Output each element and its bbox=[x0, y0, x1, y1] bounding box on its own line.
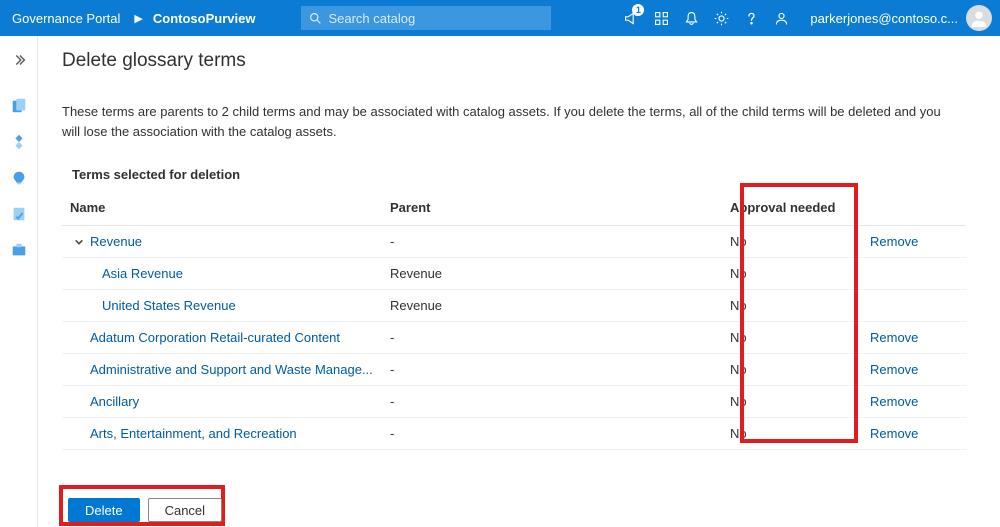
table-row: Administrative and Support and Waste Man… bbox=[62, 354, 966, 386]
map-icon[interactable] bbox=[0, 124, 38, 160]
footer-buttons: Delete Cancel bbox=[68, 498, 222, 522]
brand-name[interactable]: Governance Portal bbox=[0, 11, 130, 26]
top-bar: Governance Portal ▶ ContosoPurview 1 par… bbox=[0, 0, 1000, 36]
feedback-icon[interactable] bbox=[766, 0, 796, 36]
user-email[interactable]: parkerjones@contoso.c... bbox=[796, 11, 966, 26]
main-content: Delete glossary terms These terms are pa… bbox=[38, 36, 1000, 527]
megaphone-icon[interactable]: 1 bbox=[616, 0, 646, 36]
term-link[interactable]: Adatum Corporation Retail-curated Conten… bbox=[90, 330, 340, 345]
page-title: Delete glossary terms bbox=[62, 50, 966, 72]
remove-link[interactable]: Remove bbox=[870, 394, 918, 409]
approval-cell: No bbox=[722, 418, 862, 450]
term-link[interactable]: Administrative and Support and Waste Man… bbox=[90, 362, 373, 377]
col-name[interactable]: Name bbox=[62, 200, 382, 226]
expand-rail-icon[interactable] bbox=[0, 42, 38, 78]
parent-cell: Revenue bbox=[382, 290, 722, 322]
left-rail bbox=[0, 36, 38, 527]
cancel-button[interactable]: Cancel bbox=[148, 498, 222, 522]
chevron-right-icon: ▶ bbox=[130, 12, 146, 25]
approval-cell: No bbox=[722, 322, 862, 354]
section-title: Terms selected for deletion bbox=[62, 167, 966, 182]
approval-cell: No bbox=[722, 258, 862, 290]
approval-cell: No bbox=[722, 354, 862, 386]
delete-button[interactable]: Delete bbox=[68, 498, 140, 522]
remove-link[interactable]: Remove bbox=[870, 330, 918, 345]
parent-cell: Revenue bbox=[382, 258, 722, 290]
term-link[interactable]: Arts, Entertainment, and Recreation bbox=[90, 426, 297, 441]
remove-link[interactable]: Remove bbox=[870, 362, 918, 377]
policies-icon[interactable] bbox=[0, 196, 38, 232]
gear-icon[interactable] bbox=[706, 0, 736, 36]
search-icon bbox=[309, 12, 322, 25]
account-name[interactable]: ContosoPurview bbox=[147, 11, 262, 26]
col-parent[interactable]: Parent bbox=[382, 200, 722, 226]
bell-icon[interactable] bbox=[676, 0, 706, 36]
avatar[interactable] bbox=[966, 5, 992, 31]
table-row: Asia Revenue RevenueNo bbox=[62, 258, 966, 290]
search-box[interactable] bbox=[301, 6, 551, 30]
help-icon[interactable] bbox=[736, 0, 766, 36]
insights-icon[interactable] bbox=[0, 160, 38, 196]
page-description: These terms are parents to 2 child terms… bbox=[62, 102, 942, 141]
term-link[interactable]: Asia Revenue bbox=[102, 266, 183, 281]
terms-table: Name Parent Approval needed Revenue-NoRe… bbox=[62, 200, 966, 450]
term-link[interactable]: United States Revenue bbox=[102, 298, 236, 313]
chevron-down-icon[interactable] bbox=[74, 237, 86, 247]
table-row: Adatum Corporation Retail-curated Conten… bbox=[62, 322, 966, 354]
table-row: Arts, Entertainment, and Recreation -No Re… bbox=[62, 418, 966, 450]
term-link[interactable]: Ancillary bbox=[90, 394, 139, 409]
approval-cell: No bbox=[722, 226, 862, 258]
approval-cell: No bbox=[722, 386, 862, 418]
parent-cell: - bbox=[382, 354, 722, 386]
management-icon[interactable] bbox=[0, 232, 38, 268]
brand-group: Governance Portal ▶ ContosoPurview bbox=[0, 0, 261, 36]
approval-cell: No bbox=[722, 290, 862, 322]
search-input[interactable] bbox=[328, 11, 543, 26]
table-row: United States Revenue RevenueNo bbox=[62, 290, 966, 322]
remove-link[interactable]: Remove bbox=[870, 234, 918, 249]
notification-badge: 1 bbox=[632, 4, 644, 16]
sources-icon[interactable] bbox=[0, 88, 38, 124]
parent-cell: - bbox=[382, 418, 722, 450]
table-row: Revenue -No Remove bbox=[62, 226, 966, 258]
term-link[interactable]: Revenue bbox=[90, 234, 142, 249]
table-row: Ancillary -No Remove bbox=[62, 386, 966, 418]
parent-cell: - bbox=[382, 386, 722, 418]
parent-cell: - bbox=[382, 322, 722, 354]
col-approval[interactable]: Approval needed bbox=[722, 200, 862, 226]
top-icons: 1 parkerjones@contoso.c... bbox=[616, 0, 1000, 36]
grid-icon[interactable] bbox=[646, 0, 676, 36]
parent-cell: - bbox=[382, 226, 722, 258]
remove-link[interactable]: Remove bbox=[870, 426, 918, 441]
